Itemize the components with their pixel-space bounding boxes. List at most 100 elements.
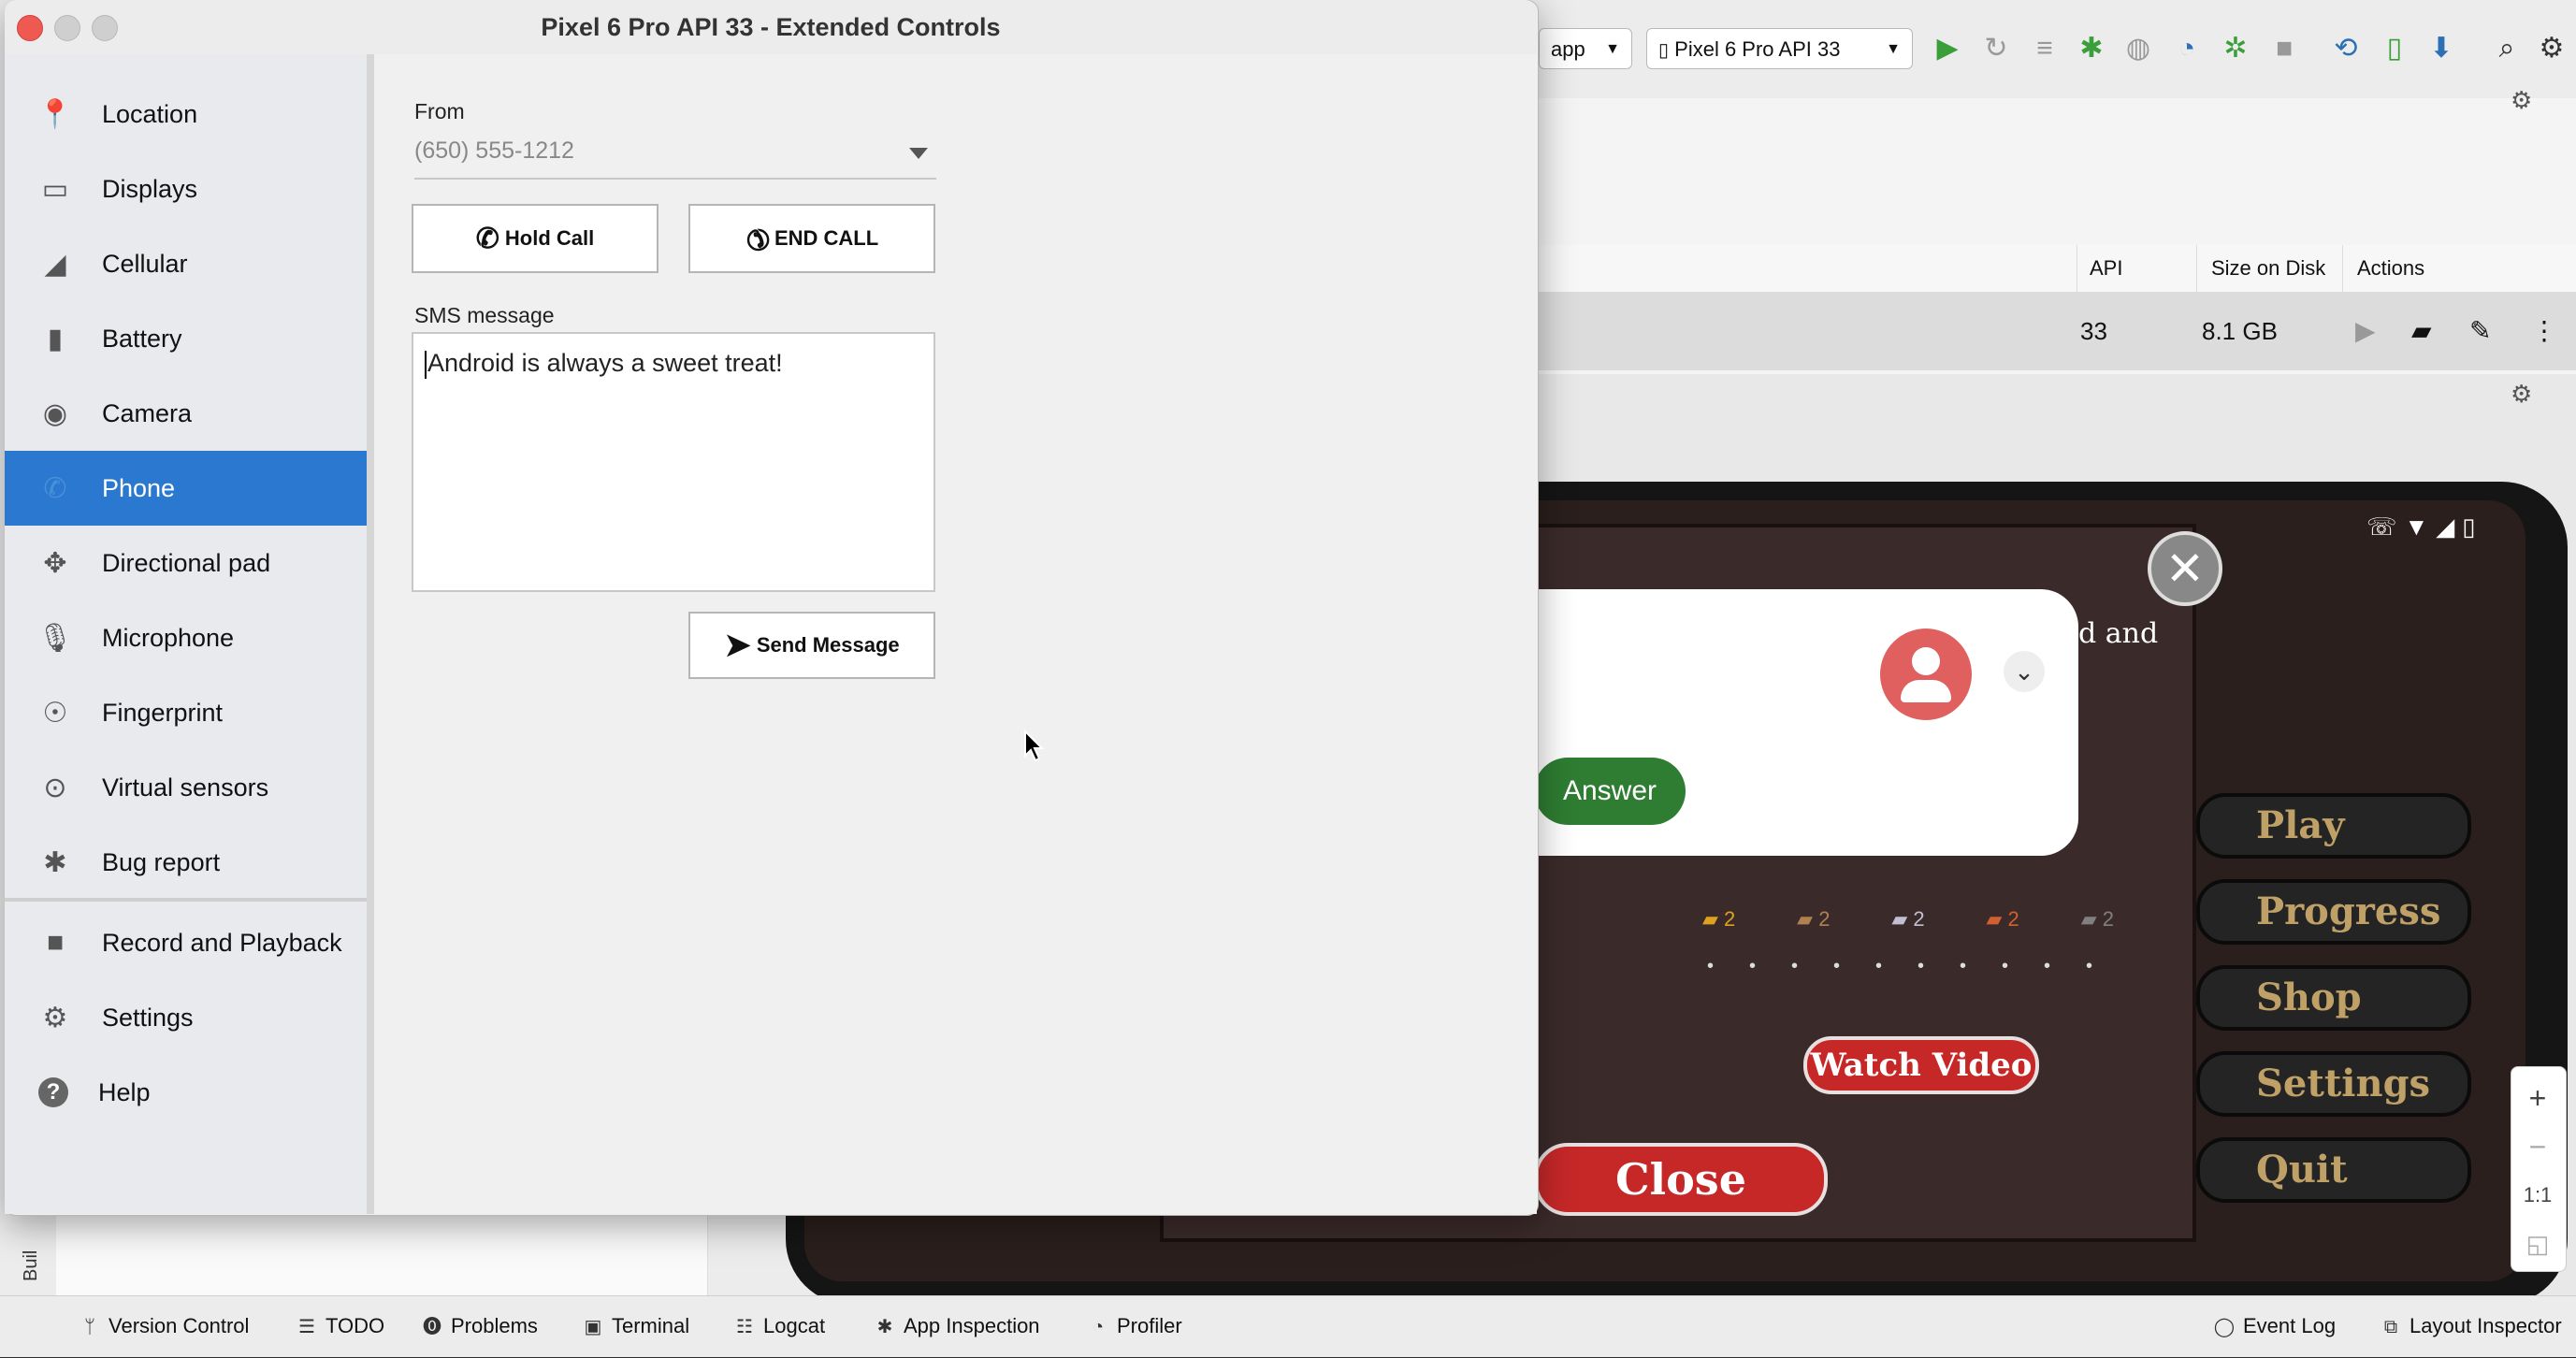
sidebar-item-settings[interactable]: ⚙ Settings bbox=[5, 980, 367, 1055]
terminal-tab[interactable]: ▣ Terminal bbox=[582, 1295, 690, 1356]
sidebar-item-phone[interactable]: ✆ Phone bbox=[5, 451, 367, 526]
app-inspection-tab[interactable]: ✱ App Inspection bbox=[874, 1295, 1040, 1356]
profiler-tab[interactable]: ◔ Profiler bbox=[1087, 1295, 1182, 1356]
battery-icon: ▮ bbox=[47, 323, 64, 354]
more-options-icon[interactable]: ⋮ bbox=[2531, 292, 2557, 370]
emulator-gear-icon[interactable]: ⚙ bbox=[2511, 380, 2532, 409]
attach-debugger-icon[interactable]: ◍ bbox=[2118, 28, 2159, 69]
edit-icon[interactable]: ✎ bbox=[2469, 292, 2491, 370]
sidebar-item-virtual-sensors[interactable]: ⊙ Virtual sensors bbox=[5, 750, 367, 825]
game-close-button[interactable]: Close bbox=[1534, 1143, 1828, 1216]
problems-tab[interactable]: ⓿ Problems bbox=[421, 1295, 538, 1356]
device-icon: ▯ bbox=[1658, 40, 1670, 61]
sidebar-item-label: Phone bbox=[102, 473, 176, 502]
resource-counts: ▰ 2 ▰ 2 ▰ 2 ▰ 2 ▰ 2 bbox=[1702, 907, 2114, 935]
branch-icon: ᛘ bbox=[84, 1317, 95, 1337]
size-column-header[interactable]: Size on Disk bbox=[2211, 245, 2325, 292]
zoom-actual-size-button[interactable]: 1:1 bbox=[2511, 1171, 2565, 1220]
sidebar-item-label: Directional pad bbox=[102, 548, 271, 577]
phone-paused-icon: ✆ bbox=[475, 223, 499, 254]
run-icon[interactable]: ▶ bbox=[1927, 28, 1968, 69]
bottom-status-bar bbox=[0, 1295, 2576, 1357]
logcat-tab[interactable]: ☷ Logcat bbox=[733, 1295, 825, 1356]
gear-icon[interactable]: ⚙ bbox=[2531, 28, 2572, 69]
coverage-icon[interactable]: ✲ bbox=[2215, 28, 2256, 69]
speech-bubble-icon: ◯ bbox=[2213, 1317, 2236, 1337]
watch-video-button[interactable]: Watch Video bbox=[1803, 1036, 2039, 1094]
sidebar-item-battery[interactable]: ▮ Battery bbox=[5, 301, 367, 376]
list-icon: ☰ bbox=[298, 1317, 315, 1337]
phone-icon: ✆ bbox=[43, 472, 67, 504]
sidebar-item-label: Bug report bbox=[102, 847, 221, 876]
game-partial-text: d and bbox=[2078, 617, 2159, 650]
sidebar-item-fingerprint[interactable]: ☉ Fingerprint bbox=[5, 675, 367, 750]
run-config-select[interactable]: app ▼ bbox=[1539, 28, 1632, 69]
display-icon: ▭ bbox=[41, 173, 69, 205]
folder-icon[interactable]: ▰ bbox=[2411, 292, 2432, 370]
launch-icon[interactable]: ▶ bbox=[2355, 292, 2376, 370]
sdk-manager-icon[interactable]: ⬇ bbox=[2421, 28, 2462, 69]
answer-call-button[interactable]: Answer bbox=[1534, 758, 1686, 825]
sms-label: SMS message bbox=[414, 303, 555, 327]
terminal-icon: ▣ bbox=[584, 1317, 602, 1337]
sidebar-item-label: Battery bbox=[102, 324, 182, 353]
text-caret bbox=[425, 350, 427, 379]
sidebar-item-cellular[interactable]: ◢ Cellular bbox=[5, 226, 367, 301]
zoom-fit-icon[interactable]: ◱ bbox=[2511, 1220, 2565, 1268]
zoom-in-button[interactable]: + bbox=[2511, 1074, 2565, 1122]
sync-icon[interactable]: ⟲ bbox=[2325, 28, 2366, 69]
sidebar-item-label: Record and Playback bbox=[102, 928, 342, 957]
game-progress-button[interactable]: Progress bbox=[2196, 879, 2471, 945]
close-ad-icon[interactable]: ✕ bbox=[2148, 531, 2222, 606]
search-icon[interactable]: ⌕ bbox=[2486, 28, 2527, 69]
apply-code-icon[interactable]: ≡ bbox=[2024, 28, 2065, 69]
divider bbox=[2196, 245, 2197, 292]
device-select[interactable]: ▯ Pixel 6 Pro API 33 ▼ bbox=[1646, 28, 1913, 69]
profile-icon[interactable]: ◔ bbox=[2166, 28, 2207, 69]
camera-icon: ◉ bbox=[42, 397, 68, 429]
actions-column-header[interactable]: Actions bbox=[2357, 245, 2424, 292]
debug-icon[interactable]: ✱ bbox=[2071, 28, 2112, 69]
hold-call-button[interactable]: ✆ Hold Call bbox=[412, 204, 658, 273]
fingerprint-icon: ☉ bbox=[42, 697, 68, 729]
event-log-tab[interactable]: ◯ Event Log bbox=[2213, 1295, 2336, 1356]
todo-tab[interactable]: ☰ TODO bbox=[296, 1295, 384, 1356]
sidebar-item-bug-report[interactable]: ✱ Bug report bbox=[5, 825, 367, 900]
zoom-out-button[interactable]: − bbox=[2511, 1122, 2565, 1171]
caller-avatar bbox=[1880, 628, 1972, 720]
gold-icon: ▰ 2 bbox=[1702, 907, 1736, 931]
device-manager-icon[interactable]: ▯ bbox=[2374, 28, 2415, 69]
chevron-down-icon[interactable] bbox=[909, 148, 928, 159]
game-shop-button[interactable]: Shop bbox=[2196, 965, 2471, 1031]
sidebar-item-camera[interactable]: ◉ Camera bbox=[5, 376, 367, 451]
version-control-tab[interactable]: ᛘ Version Control bbox=[79, 1295, 249, 1356]
game-settings-button[interactable]: Settings bbox=[2196, 1051, 2471, 1117]
sidebar-item-displays[interactable]: ▭ Displays bbox=[5, 152, 367, 226]
game-play-button[interactable]: Play bbox=[2196, 793, 2471, 859]
stop-icon[interactable]: ■ bbox=[2264, 28, 2305, 69]
device-size-value: 8.1 GB bbox=[2202, 317, 2278, 345]
expand-chevron-icon[interactable]: ⌄ bbox=[2004, 651, 2045, 692]
divider bbox=[2342, 245, 2343, 292]
gauge-icon: ◔ bbox=[1092, 1317, 1105, 1337]
apply-changes-icon[interactable]: ↻ bbox=[1975, 28, 2017, 69]
from-number-select[interactable]: (650) 555-1212 bbox=[414, 131, 936, 180]
sidebar-item-microphone[interactable]: 🎙 Microphone bbox=[5, 600, 367, 675]
sidebar-item-directional-pad[interactable]: ✥ Directional pad bbox=[5, 526, 367, 600]
layout-inspector-tab[interactable]: ⧉ Layout Inspector bbox=[2380, 1295, 2562, 1356]
end-call-button[interactable]: ✆ END CALL bbox=[688, 204, 935, 273]
api-column-header[interactable]: API bbox=[2090, 245, 2122, 292]
wood-icon: ▰ 2 bbox=[1797, 907, 1831, 931]
sidebar-item-location[interactable]: 📍 Location bbox=[5, 77, 367, 152]
game-quit-button[interactable]: Quit bbox=[2196, 1137, 2471, 1203]
device-api-value: 33 bbox=[2080, 317, 2107, 345]
sidebar-item-label: Location bbox=[102, 99, 198, 128]
device-select-label: Pixel 6 Pro API 33 bbox=[1674, 37, 1841, 61]
panel-gear-icon[interactable]: ⚙ bbox=[2511, 86, 2532, 115]
sms-message-input[interactable]: Android is always a sweet treat! bbox=[412, 332, 935, 592]
sidebar-item-help[interactable]: ? Help bbox=[5, 1055, 367, 1130]
send-message-button[interactable]: ➤ Send Message bbox=[688, 612, 935, 679]
sidebar-item-label: Fingerprint bbox=[102, 698, 224, 727]
build-side-tab[interactable]: Buil bbox=[21, 1216, 49, 1281]
sidebar-item-record-and-playback[interactable]: ■ Record and Playback bbox=[5, 905, 367, 980]
